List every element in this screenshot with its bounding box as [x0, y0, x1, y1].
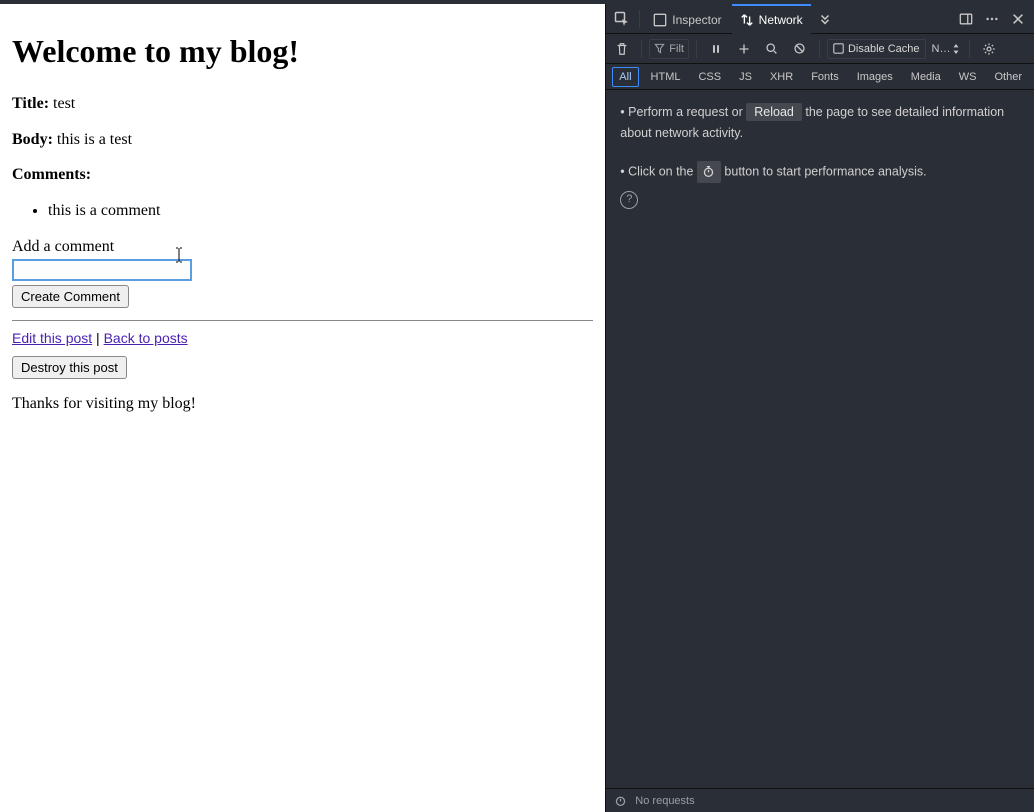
add-icon[interactable]: [732, 37, 756, 61]
separator: [639, 10, 640, 28]
list-item: this is a comment: [48, 200, 593, 222]
tab-inspector[interactable]: Inspector: [645, 4, 729, 34]
stopwatch-icon: [702, 165, 715, 178]
create-comment-button[interactable]: Create Comment: [12, 285, 129, 308]
devtools-panel: Inspector Network: [605, 4, 1034, 812]
title-value: test: [53, 95, 75, 112]
network-toolbar: Filt Disable Cache N…: [606, 34, 1034, 64]
add-comment-label: Add a comment: [12, 236, 593, 258]
tabs-overflow-icon[interactable]: [813, 7, 837, 31]
tab-network[interactable]: Network: [732, 4, 811, 34]
separator: [819, 40, 820, 58]
network-icon: [740, 13, 754, 27]
hint-text: • Perform a request or: [620, 105, 746, 119]
filter-xhr[interactable]: XHR: [764, 67, 799, 87]
body-label: Body:: [12, 131, 53, 148]
post-actions-row: Edit this post | Back to posts: [12, 329, 593, 348]
start-performance-button[interactable]: [697, 161, 721, 183]
post-title-row: Title: test: [12, 93, 593, 115]
post-body-row: Body: this is a test: [12, 129, 593, 151]
close-devtools-icon[interactable]: [1006, 7, 1030, 31]
network-status-bar: No requests: [606, 788, 1034, 812]
network-type-filter: All HTML CSS JS XHR Fonts Images Media W…: [606, 64, 1034, 90]
trash-icon[interactable]: [610, 37, 634, 61]
throttling-select[interactable]: N…: [930, 43, 963, 55]
comments-list: this is a comment: [12, 200, 593, 222]
filter-css[interactable]: CSS: [692, 67, 727, 87]
status-text: No requests: [635, 795, 694, 807]
comment-input[interactable]: [12, 259, 192, 281]
footer-text: Thanks for visiting my blog!: [12, 393, 593, 415]
comments-heading: Comments:: [12, 164, 593, 186]
back-to-posts-link[interactable]: Back to posts: [104, 330, 188, 346]
inspector-icon: [653, 13, 667, 27]
destroy-post-button[interactable]: Destroy this post: [12, 356, 127, 379]
reload-button[interactable]: Reload: [746, 103, 802, 121]
separator: [969, 40, 970, 58]
kebab-menu-icon[interactable]: [980, 7, 1004, 31]
filter-all[interactable]: All: [612, 67, 638, 87]
filter-js[interactable]: JS: [733, 67, 758, 87]
separator: [696, 40, 697, 58]
search-icon[interactable]: [760, 37, 784, 61]
divider: [12, 320, 593, 321]
body-value: this is a test: [57, 131, 132, 148]
pick-element-icon[interactable]: [610, 7, 634, 31]
block-icon[interactable]: [788, 37, 812, 61]
funnel-icon: [654, 43, 665, 54]
filter-fonts[interactable]: Fonts: [805, 67, 845, 87]
help-icon[interactable]: ?: [620, 191, 638, 209]
pause-icon[interactable]: [704, 37, 728, 61]
disable-cache-checkbox[interactable]: Disable Cache: [827, 39, 926, 59]
filter-images[interactable]: Images: [851, 67, 899, 87]
page-title: Welcome to my blog!: [12, 30, 593, 73]
edit-post-link[interactable]: Edit this post: [12, 330, 92, 346]
add-comment-form: Add a comment Create Comment: [12, 236, 593, 309]
hint-text: button to start performance analysis.: [724, 164, 926, 178]
hint-text: • Click on the: [620, 164, 697, 178]
network-empty-state: • Perform a request or Reload the page t…: [606, 90, 1034, 788]
filter-other[interactable]: Other: [988, 67, 1028, 87]
filter-html[interactable]: HTML: [645, 67, 687, 87]
updown-icon: [952, 44, 960, 54]
devtools-tabbar: Inspector Network: [606, 4, 1034, 34]
separator: [641, 40, 642, 58]
separator: |: [92, 330, 103, 346]
gear-icon[interactable]: [977, 37, 1001, 61]
stopwatch-icon: [614, 794, 627, 807]
filter-media[interactable]: Media: [905, 67, 947, 87]
checkbox-icon: [833, 43, 844, 54]
dock-side-icon[interactable]: [954, 7, 978, 31]
title-label: Title:: [12, 95, 49, 112]
filter-ws[interactable]: WS: [953, 67, 983, 87]
blog-page: Welcome to my blog! Title: test Body: th…: [0, 4, 605, 812]
filter-input[interactable]: Filt: [649, 39, 689, 59]
